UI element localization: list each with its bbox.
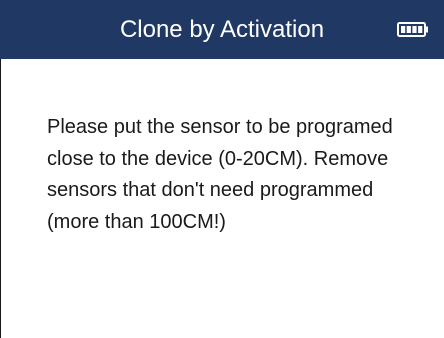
page-title: Clone by Activation [119, 16, 325, 43]
battery-full-icon [397, 22, 428, 37]
title-bar: Clone by Activation [0, 0, 444, 59]
instruction-message: Please put the sensor to be programed cl… [47, 116, 393, 233]
screen: Clone by Activation Please put the senso… [0, 0, 444, 338]
